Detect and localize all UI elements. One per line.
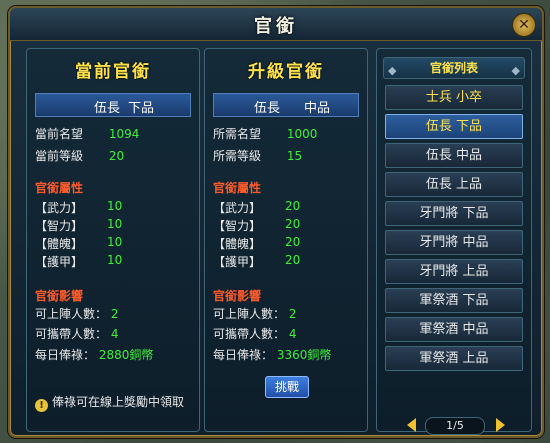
carry-value: 4	[110, 327, 119, 341]
current-attr-header: 官銜屬性	[35, 181, 84, 195]
stat-value: 20	[285, 235, 301, 249]
rank-list-item[interactable]: 士兵 小卒	[385, 85, 523, 110]
current-rank-name: 伍長	[94, 101, 121, 116]
current-fame-row: 當前名望 1094	[35, 125, 139, 142]
title-bar: 官銜 ✕	[10, 8, 542, 41]
current-stat-row: 【武力】 10	[35, 199, 185, 216]
rank-list-item-selected[interactable]: 伍長 下品	[385, 114, 523, 139]
page-indicator: 1/5	[425, 417, 485, 435]
next-page-arrow-icon[interactable]	[496, 418, 505, 432]
salary-label: 每日俸祿：	[35, 348, 96, 362]
close-button[interactable]: ✕	[512, 13, 536, 37]
rank-list-pager: 1/5	[407, 417, 505, 435]
tip-text: 俸祿可在線上獎勵中領取	[52, 395, 185, 409]
rank-list-item[interactable]: 軍祭酒 中品	[385, 317, 523, 342]
current-fame-value: 1094	[108, 127, 140, 141]
window-title: 官銜	[254, 16, 298, 37]
upgrade-stat-row: 【體魄】 20	[213, 235, 353, 252]
upgrade-stat-row: 【智力】 20	[213, 217, 353, 234]
upgrade-level-row: 所需等級 15	[213, 147, 302, 164]
ornament-icon: ◆	[511, 64, 520, 77]
rank-list-title: 官銜列表	[429, 61, 478, 75]
required-fame-value: 1000	[286, 127, 318, 141]
current-stat-row: 【智力】 10	[35, 217, 185, 234]
current-stat-row: 【體魄】 10	[35, 235, 185, 252]
stat-value: 10	[107, 217, 123, 231]
carry-value: 4	[288, 327, 297, 341]
rank-list-header: ◆ 官銜列表 ◆	[383, 57, 525, 79]
stat-value: 20	[285, 199, 301, 213]
deploy-value: 2	[110, 307, 119, 321]
deploy-value: 2	[288, 307, 297, 321]
upgrade-effect-header: 官銜影響	[213, 289, 262, 303]
salary-tip: ! 俸祿可在線上獎勵中領取	[35, 393, 184, 412]
challenge-button[interactable]: 挑戰	[265, 376, 309, 398]
upgrade-carry-row: 可攜帶人數： 4	[213, 325, 296, 342]
exclamation-icon: !	[35, 399, 48, 412]
upgrade-rank-panel: 升級官銜 伍長 中品 所需名望 1000 所需等級 15 官銜屬性 【武力】 2…	[204, 48, 368, 432]
stat-value: 20	[285, 217, 301, 231]
current-carry-row: 可攜帶人數： 4	[35, 325, 118, 342]
current-stat-row: 【護甲】 10	[35, 253, 185, 270]
current-rank-bar: 伍長 下品	[35, 93, 191, 117]
upgrade-rank-header: 升級官銜	[248, 62, 324, 82]
deploy-label: 可上陣人數：	[35, 307, 108, 321]
stat-label: 【武力】	[213, 201, 262, 215]
salary-label: 每日俸祿：	[213, 348, 274, 362]
stat-label: 【護甲】	[213, 255, 262, 269]
stat-label: 【智力】	[213, 219, 262, 233]
required-level-label: 所需等級	[213, 149, 262, 163]
rank-list-item[interactable]: 牙門將 中品	[385, 230, 523, 255]
current-rank-header: 當前官銜	[75, 62, 151, 82]
rank-window: 官銜 ✕ 當前官銜 伍長 下品 當前名望 1094 當前等級 20 官銜屬性 【…	[8, 6, 544, 438]
current-level-row: 當前等級 20	[35, 147, 124, 164]
stat-value: 10	[107, 199, 123, 213]
stat-label: 【武力】	[35, 201, 84, 215]
current-level-label: 當前等級	[35, 149, 84, 163]
rank-list-item[interactable]: 軍祭酒 上品	[385, 346, 523, 371]
upgrade-rank-grade: 中品	[303, 101, 330, 116]
stat-label: 【護甲】	[35, 255, 84, 269]
prev-page-arrow-icon[interactable]	[407, 418, 416, 432]
rank-list-item[interactable]: 牙門將 上品	[385, 259, 523, 284]
rank-list-item[interactable]: 軍祭酒 下品	[385, 288, 523, 313]
stat-label: 【體魄】	[35, 237, 84, 251]
upgrade-deploy-row: 可上陣人數： 2	[213, 305, 296, 322]
stat-value: 20	[285, 253, 301, 267]
salary-value: 2880銅幣	[98, 348, 154, 362]
carry-label: 可攜帶人數：	[213, 327, 286, 341]
stat-label: 【體魄】	[213, 237, 262, 251]
current-rank-grade: 下品	[127, 101, 154, 116]
upgrade-rank-bar: 伍長 中品	[213, 93, 359, 117]
rank-list-item[interactable]: 牙門將 下品	[385, 201, 523, 226]
upgrade-attr-header: 官銜屬性	[213, 181, 262, 195]
current-fame-label: 當前名望	[35, 127, 84, 141]
rank-list-panel: ◆ 官銜列表 ◆ 士兵 小卒 伍長 下品 伍長 中品 伍長 上品 牙門將 下品 …	[376, 48, 532, 435]
upgrade-rank-name: 伍長	[254, 101, 281, 116]
salary-value: 3360銅幣	[276, 348, 332, 362]
current-salary-row: 每日俸祿： 2880銅幣	[35, 346, 153, 363]
rank-list-item[interactable]: 伍長 中品	[385, 143, 523, 168]
stat-value: 10	[107, 235, 123, 249]
carry-label: 可攜帶人數：	[35, 327, 108, 341]
upgrade-stat-row: 【武力】 20	[213, 199, 353, 216]
upgrade-salary-row: 每日俸祿： 3360銅幣	[213, 346, 331, 363]
current-effect-header: 官銜影響	[35, 289, 84, 303]
required-level-value: 15	[286, 149, 303, 163]
current-rank-panel: 當前官銜 伍長 下品 當前名望 1094 當前等級 20 官銜屬性 【武力】 1…	[26, 48, 200, 432]
current-level-value: 20	[108, 149, 125, 163]
upgrade-fame-row: 所需名望 1000	[213, 125, 317, 142]
required-fame-label: 所需名望	[213, 127, 262, 141]
current-deploy-row: 可上陣人數： 2	[35, 305, 118, 322]
rank-list-item[interactable]: 伍長 上品	[385, 172, 523, 197]
ornament-icon: ◆	[388, 64, 397, 77]
stat-value: 10	[107, 253, 123, 267]
deploy-label: 可上陣人數：	[213, 307, 286, 321]
upgrade-stat-row: 【護甲】 20	[213, 253, 353, 270]
stat-label: 【智力】	[35, 219, 84, 233]
